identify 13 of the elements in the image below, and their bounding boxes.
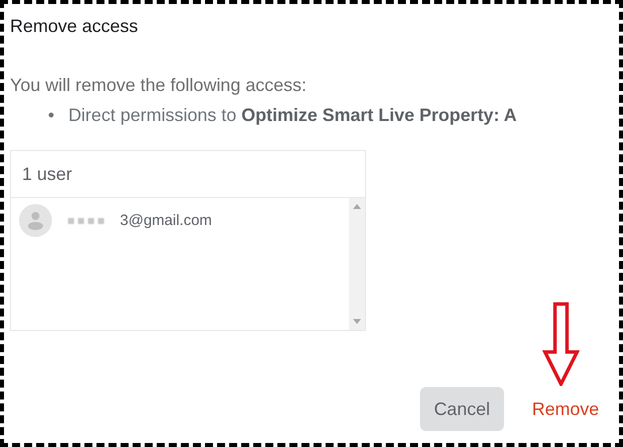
cancel-button[interactable]: Cancel xyxy=(420,387,504,431)
dialog-title: Remove access xyxy=(10,15,140,37)
user-email: 3@gmail.com xyxy=(120,212,212,229)
intro-text: You will remove the following access: xyxy=(10,75,308,96)
scroll-down-icon[interactable] xyxy=(353,319,361,324)
down-arrow-icon xyxy=(542,302,580,386)
user-count: 1 user xyxy=(11,151,365,198)
access-item: Direct permissions to Optimize Smart Live Property: A xyxy=(68,104,517,126)
bullet-marker: • xyxy=(48,104,54,126)
scroll-up-icon[interactable] xyxy=(353,204,361,209)
remove-button[interactable]: Remove xyxy=(518,387,613,431)
scrollbar[interactable] xyxy=(349,198,365,330)
avatar-icon xyxy=(19,204,52,237)
